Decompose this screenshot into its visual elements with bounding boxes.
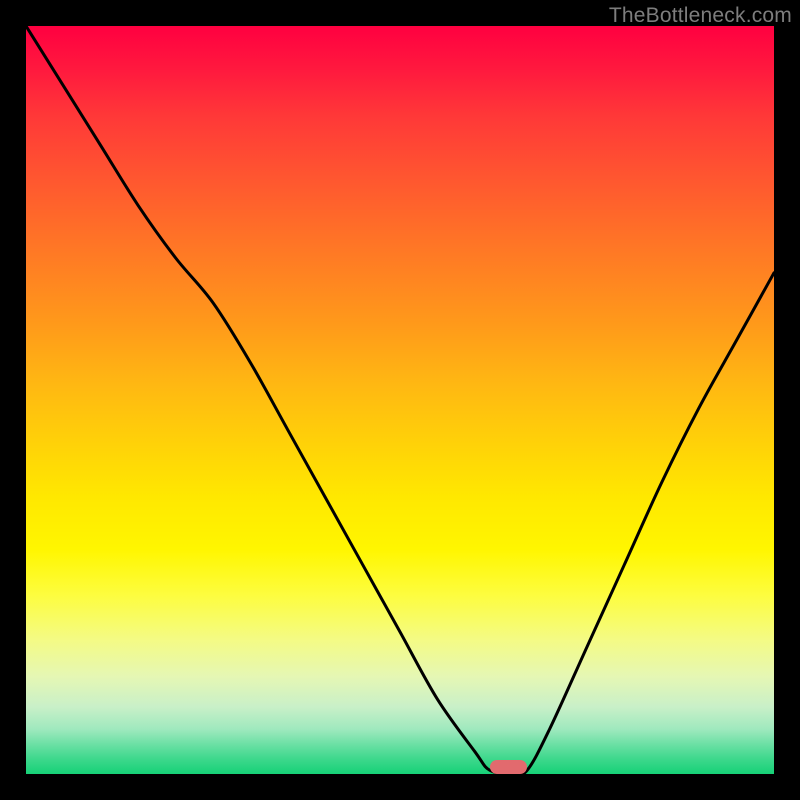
chart-frame: TheBottleneck.com	[0, 0, 800, 800]
bottleneck-curve	[26, 26, 774, 774]
curve-layer	[26, 26, 774, 774]
watermark-text: TheBottleneck.com	[609, 4, 792, 28]
plot-area	[26, 26, 774, 774]
optimal-marker	[490, 760, 527, 774]
